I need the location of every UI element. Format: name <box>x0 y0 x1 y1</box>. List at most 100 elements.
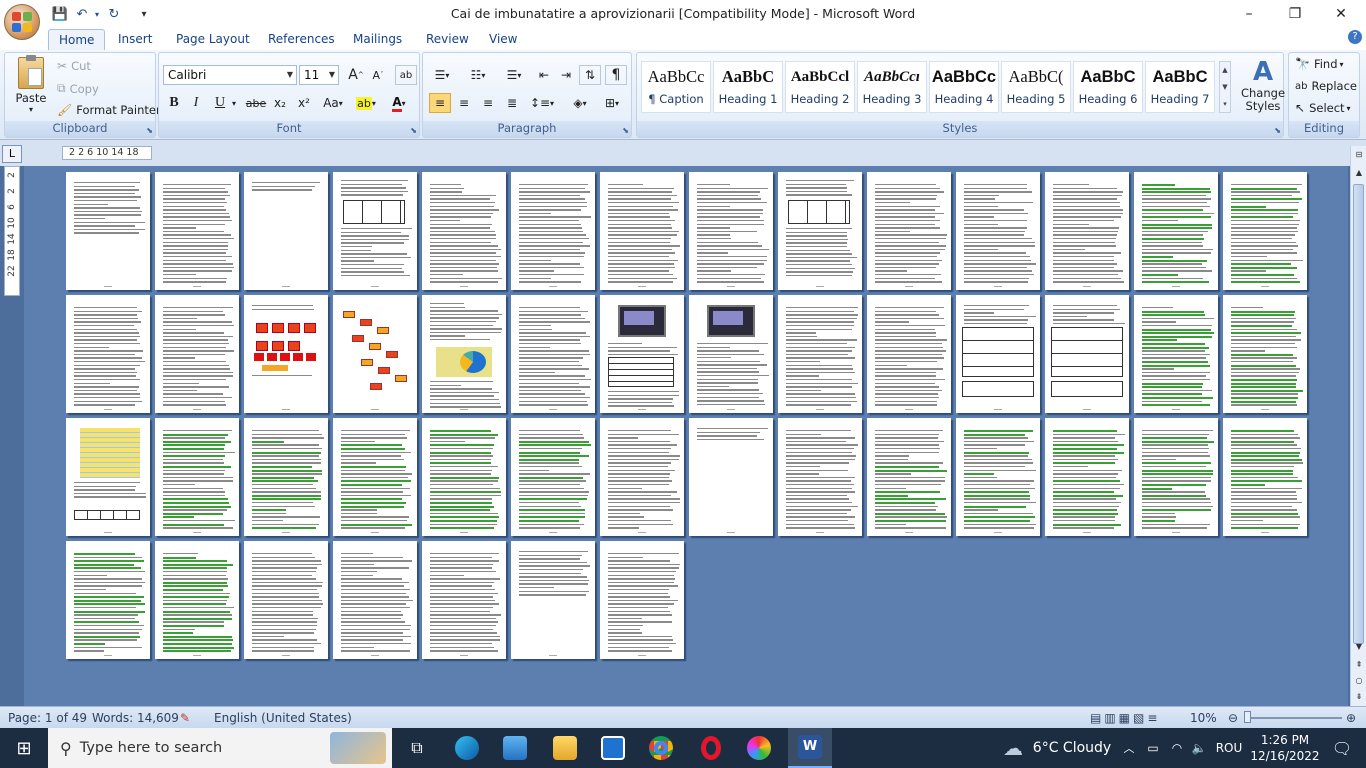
page-thumbnail[interactable] <box>1045 295 1129 413</box>
page-thumbnail[interactable] <box>333 172 417 290</box>
taskbar-search[interactable]: ⚲ Type here to search <box>48 728 392 768</box>
numbering-button[interactable]: ☷ ▾ <box>463 65 493 85</box>
italic-button[interactable]: I <box>185 93 207 113</box>
style-heading-6[interactable]: AaBbC Heading 6 <box>1073 61 1143 113</box>
page-thumbnail[interactable] <box>422 541 506 659</box>
volume-icon[interactable]: 🔈 <box>1188 728 1210 768</box>
page-thumbnail[interactable] <box>422 418 506 536</box>
align-left-button[interactable]: ≡ <box>429 93 451 113</box>
page-thumbnail[interactable] <box>600 418 684 536</box>
bold-button[interactable]: B <box>163 93 185 113</box>
edge-icon[interactable] <box>446 728 488 768</box>
clock[interactable]: 1:26 PM 12/16/2022 <box>1250 728 1320 768</box>
page-thumbnail[interactable] <box>333 541 417 659</box>
clear-formatting-button[interactable]: ab <box>395 65 417 85</box>
explorer-window-icon[interactable] <box>494 728 536 768</box>
align-center-button[interactable]: ≡ <box>453 93 475 113</box>
minimize-button[interactable]: – <box>1226 0 1272 28</box>
shading-button[interactable]: ◈ ▾ <box>565 93 595 113</box>
scroll-thumb[interactable] <box>1353 184 1364 644</box>
shrink-font-button[interactable]: Aˇ <box>367 65 389 85</box>
paste-button[interactable]: Paste ▾ <box>13 55 49 114</box>
clipboard-launcher-icon[interactable]: ⬊ <box>146 126 153 135</box>
page-thumbnail[interactable] <box>867 295 951 413</box>
tab-view[interactable]: View <box>479 29 527 50</box>
page-thumbnail[interactable] <box>778 295 862 413</box>
page-thumbnail[interactable] <box>244 418 328 536</box>
line-spacing-button[interactable]: ↕≡ ▾ <box>527 93 557 113</box>
page-thumbnail[interactable] <box>956 172 1040 290</box>
style-caption[interactable]: AaBbCc ¶ Caption <box>641 61 711 113</box>
style-heading-4[interactable]: AaBbCc Heading 4 <box>929 61 999 113</box>
file-explorer-icon[interactable] <box>544 728 586 768</box>
browse-object-icon[interactable]: ○ <box>1353 674 1365 688</box>
windows-start-icon[interactable]: ⊞ <box>0 728 48 768</box>
page-thumbnail[interactable] <box>1223 172 1307 290</box>
language-indicator[interactable]: English (United States) <box>214 711 352 725</box>
find-button[interactable]: 🔭 Find ▾ <box>1295 57 1344 71</box>
page-thumbnail[interactable] <box>511 418 595 536</box>
page-thumbnail[interactable] <box>155 541 239 659</box>
page-thumbnail[interactable] <box>244 172 328 290</box>
page-thumbnail[interactable] <box>778 172 862 290</box>
chrome-icon[interactable] <box>640 728 682 768</box>
tab-review[interactable]: Review <box>416 29 479 50</box>
opera-icon[interactable] <box>690 728 732 768</box>
close-button[interactable]: ✕ <box>1318 0 1364 28</box>
zoom-slider[interactable] <box>1246 717 1342 719</box>
superscript-button[interactable]: x² <box>293 93 315 113</box>
page-thumbnail[interactable] <box>66 172 150 290</box>
page-thumbnail[interactable] <box>155 295 239 413</box>
change-styles-button[interactable]: A Change Styles <box>1241 57 1285 113</box>
style-heading-3[interactable]: AaBbCcı Heading 3 <box>857 61 927 113</box>
zoom-level[interactable]: 10% <box>1190 711 1217 725</box>
tab-page-layout[interactable]: Page Layout <box>166 29 260 50</box>
tab-home[interactable]: Home <box>48 29 106 50</box>
zoom-slider-thumb[interactable] <box>1244 711 1251 723</box>
sort-button[interactable]: ⇅ <box>579 65 601 85</box>
page-thumbnail[interactable] <box>511 541 595 659</box>
battery-icon[interactable]: ▭ <box>1142 728 1164 768</box>
scroll-icon[interactable]: ⊟ <box>1353 148 1365 162</box>
word-taskbar-icon[interactable]: W <box>788 728 832 768</box>
styles-launcher-icon[interactable]: ⬊ <box>1274 126 1281 135</box>
page-thumbnail[interactable] <box>333 295 417 413</box>
weather-text[interactable]: 6°C Cloudy <box>1032 728 1112 768</box>
notifications-icon[interactable]: 🗨 <box>1322 728 1362 768</box>
page-thumbnail[interactable] <box>600 172 684 290</box>
paint-icon[interactable] <box>738 728 780 768</box>
wifi-icon[interactable]: ◠ <box>1166 728 1188 768</box>
next-page-icon[interactable]: ⇟ <box>1353 690 1365 704</box>
replace-button[interactable]: ab Replace <box>1295 79 1357 93</box>
view-buttons[interactable]: ▤▥▦▧≡ <box>1090 711 1160 725</box>
select-button[interactable]: ↖ Select ▾ <box>1295 101 1351 115</box>
page-thumbnail[interactable] <box>1045 172 1129 290</box>
tab-mailings[interactable]: Mailings <box>343 29 412 50</box>
page-thumbnail[interactable] <box>422 295 506 413</box>
style-heading-2[interactable]: AaBbCcl Heading 2 <box>785 61 855 113</box>
cut-button[interactable]: ✂ Cut <box>57 59 91 73</box>
underline-dropdown-icon[interactable]: ▾ <box>229 93 239 113</box>
format-painter-button[interactable]: 🖌 Format Painter <box>57 103 161 117</box>
chevron-up-icon[interactable]: ︿ <box>1118 728 1140 768</box>
page-thumbnail[interactable] <box>867 172 951 290</box>
page-thumbnail[interactable] <box>1223 295 1307 413</box>
page-thumbnail[interactable] <box>66 295 150 413</box>
zoom-in-icon[interactable]: ⊕ <box>1346 711 1356 725</box>
page-thumbnail[interactable] <box>422 172 506 290</box>
change-case-button[interactable]: Aa ▾ <box>319 93 347 113</box>
page-thumbnail[interactable] <box>689 418 773 536</box>
page-thumbnail[interactable] <box>155 418 239 536</box>
page-thumbnail[interactable] <box>244 295 328 413</box>
page-thumbnail[interactable] <box>66 541 150 659</box>
underline-button[interactable]: U <box>209 93 231 113</box>
paragraph-launcher-icon[interactable]: ⬊ <box>622 126 629 135</box>
office-button[interactable] <box>4 4 40 40</box>
restore-button[interactable]: ❐ <box>1272 0 1318 28</box>
subscript-button[interactable]: x₂ <box>269 93 291 113</box>
styles-scroll[interactable]: ▲ ▼ ▾ <box>1219 61 1231 113</box>
horizontal-ruler[interactable]: 2 2 6 10 14 18 <box>62 146 152 160</box>
tab-references[interactable]: References <box>258 29 345 50</box>
page-thumbnail[interactable] <box>600 295 684 413</box>
style-heading-1[interactable]: AaBbC Heading 1 <box>713 61 783 113</box>
